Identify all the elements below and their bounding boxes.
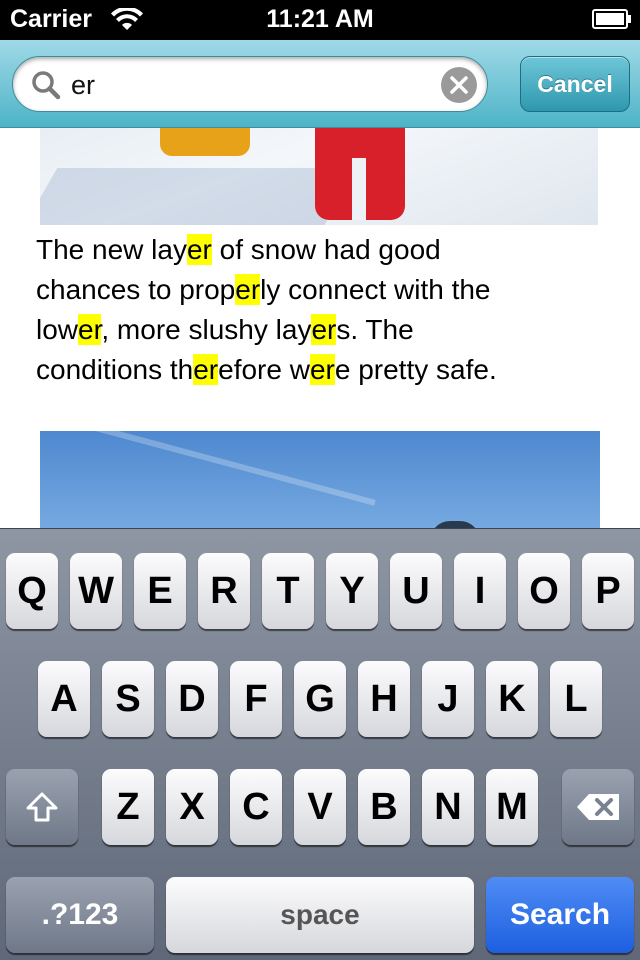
text-segment: e pretty safe. bbox=[334, 354, 497, 385]
cancel-button[interactable]: Cancel bbox=[520, 56, 630, 112]
search-field[interactable] bbox=[12, 56, 488, 112]
search-match-highlight: er bbox=[309, 354, 335, 385]
text-segment: chances to prop bbox=[36, 274, 236, 305]
key-h[interactable]: H bbox=[358, 661, 410, 737]
shift-arrow-icon bbox=[26, 792, 58, 822]
battery-icon bbox=[592, 9, 631, 29]
search-match-highlight: er bbox=[235, 274, 261, 305]
text-segment: of snow had good bbox=[211, 234, 441, 265]
search-bar: Cancel bbox=[0, 40, 640, 128]
key-f[interactable]: F bbox=[230, 661, 282, 737]
key-t[interactable]: T bbox=[262, 553, 314, 629]
key-q[interactable]: Q bbox=[6, 553, 58, 629]
key-y[interactable]: Y bbox=[326, 553, 378, 629]
key-a[interactable]: A bbox=[38, 661, 90, 737]
space-key[interactable]: space bbox=[166, 877, 474, 953]
key-e[interactable]: E bbox=[134, 553, 186, 629]
key-n[interactable]: N bbox=[422, 769, 474, 845]
snow-photo bbox=[40, 128, 598, 225]
key-p[interactable]: P bbox=[582, 553, 634, 629]
key-d[interactable]: D bbox=[166, 661, 218, 737]
search-input[interactable] bbox=[71, 67, 431, 103]
paragraph-line: lower, more slushy layers. The bbox=[36, 310, 596, 350]
text-segment: low bbox=[36, 314, 79, 345]
key-o[interactable]: O bbox=[518, 553, 570, 629]
key-j[interactable]: J bbox=[422, 661, 474, 737]
key-k[interactable]: K bbox=[486, 661, 538, 737]
text-segment: The new lay bbox=[36, 234, 187, 265]
key-m[interactable]: M bbox=[486, 769, 538, 845]
numbers-key[interactable]: .?123 bbox=[6, 877, 154, 953]
key-z[interactable]: Z bbox=[102, 769, 154, 845]
search-key[interactable]: Search bbox=[486, 877, 634, 953]
key-i[interactable]: I bbox=[454, 553, 506, 629]
key-s[interactable]: S bbox=[102, 661, 154, 737]
paragraph-line: The new layer of snow had good bbox=[36, 230, 596, 270]
search-match-highlight: er bbox=[193, 354, 219, 385]
status-time: 11:21 AM bbox=[266, 5, 374, 33]
search-match-highlight: er bbox=[186, 234, 212, 265]
key-v[interactable]: V bbox=[294, 769, 346, 845]
text-segment: conditions th bbox=[36, 354, 194, 385]
key-l[interactable]: L bbox=[550, 661, 602, 737]
text-segment: ly connect with the bbox=[260, 274, 491, 305]
article-content: The new layer of snow had good chances to… bbox=[0, 128, 640, 528]
key-u[interactable]: U bbox=[390, 553, 442, 629]
backspace-key[interactable] bbox=[562, 769, 634, 845]
key-b[interactable]: B bbox=[358, 769, 410, 845]
key-g[interactable]: G bbox=[294, 661, 346, 737]
sky-photo bbox=[40, 431, 600, 528]
key-x[interactable]: X bbox=[166, 769, 218, 845]
clear-icon bbox=[450, 76, 468, 94]
text-segment: efore w bbox=[218, 354, 310, 385]
search-match-highlight: er bbox=[78, 314, 102, 345]
search-icon bbox=[32, 71, 61, 100]
key-r[interactable]: R bbox=[198, 553, 250, 629]
paragraph-line: chances to properly connect with the bbox=[36, 270, 596, 310]
keyboard: .?123 space Search QWERTYUIOP ASDFGHJKL ZX… bbox=[0, 528, 640, 960]
key-c[interactable]: C bbox=[230, 769, 282, 845]
text-segment: s. The bbox=[336, 314, 414, 345]
backspace-icon bbox=[577, 794, 619, 820]
text-segment: , more slushy lay bbox=[101, 314, 312, 345]
paragraph-line: conditions therefore were pretty safe. bbox=[36, 350, 596, 390]
clear-search-button[interactable] bbox=[441, 67, 477, 103]
article-paragraph: The new layer of snow had good chances to… bbox=[36, 230, 596, 390]
status-bar: Carrier 11:21 AM bbox=[0, 0, 640, 40]
shift-key[interactable] bbox=[6, 769, 78, 845]
search-match-highlight: er bbox=[311, 314, 337, 345]
key-w[interactable]: W bbox=[70, 553, 122, 629]
